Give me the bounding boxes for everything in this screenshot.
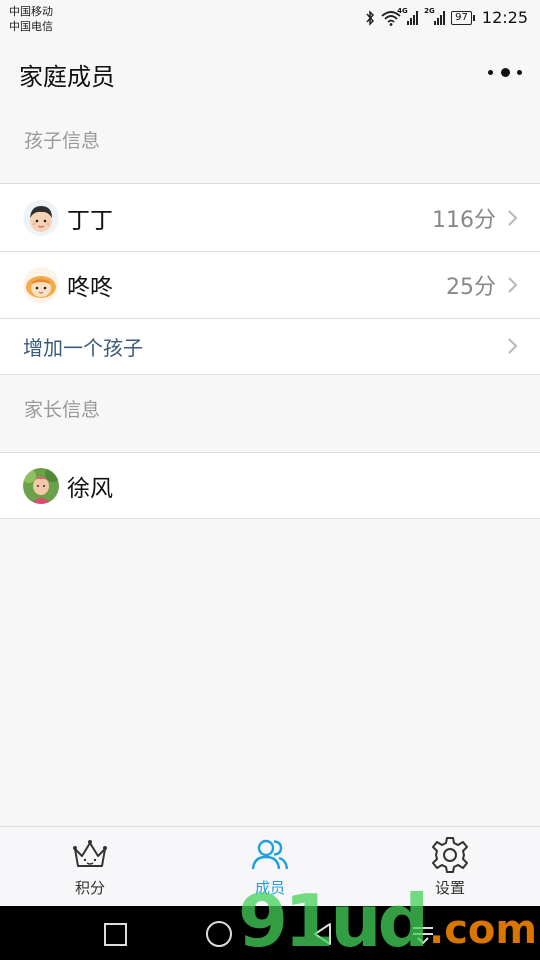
recent-apps-button[interactable] — [104, 923, 127, 946]
tab-label: 设置 — [434, 879, 465, 897]
photo-avatar-icon — [23, 467, 59, 504]
add-child-row[interactable]: 增加一个孩子 — [0, 318, 540, 374]
signal-icon-2: 2G — [424, 7, 446, 25]
child-name: 咚咚 — [67, 274, 113, 301]
back-button[interactable] — [310, 921, 336, 947]
dot-icon — [500, 67, 510, 77]
boy-avatar-icon — [23, 199, 59, 236]
tab-settings[interactable]: 设置 — [360, 827, 540, 906]
bluetooth-icon — [366, 9, 375, 26]
dot-icon — [488, 69, 493, 75]
child-score: 116分 — [432, 207, 496, 233]
child-row-dingding[interactable]: 丁丁 116分 — [0, 184, 540, 251]
parents-section-label: 家长信息 — [24, 399, 101, 421]
tab-members[interactable]: 成员 — [180, 827, 360, 906]
chevron-right-icon — [508, 338, 518, 354]
gear-icon — [432, 837, 468, 873]
tab-bar: 积分 成员 设置 — [0, 826, 540, 906]
child-row-dongdong[interactable]: 咚咚 25分 — [0, 251, 540, 318]
child-name: 丁丁 — [67, 207, 113, 234]
system-nav-bar — [0, 906, 540, 960]
parent-name: 徐风 — [67, 475, 113, 502]
chevron-right-icon — [508, 209, 518, 226]
carrier-1: 中国移动 — [9, 5, 53, 18]
battery-indicator: 97 — [451, 10, 475, 25]
girl-avatar-icon — [23, 266, 59, 303]
parents-list: 徐风 — [0, 452, 540, 519]
status-bar: 中国移动 中国电信 4G 2G 97 12:25 — [0, 0, 540, 38]
header: 家庭成员 — [0, 38, 540, 108]
children-section-label: 孩子信息 — [24, 130, 101, 152]
carrier-2: 中国电信 — [9, 20, 53, 33]
more-options-button[interactable] — [488, 62, 522, 82]
dot-icon — [517, 69, 522, 75]
members-icon — [251, 839, 289, 870]
carrier-info: 中国移动 中国电信 — [9, 4, 53, 34]
tab-label: 积分 — [74, 879, 105, 897]
tab-label: 成员 — [254, 879, 285, 897]
status-icons: 4G 2G 97 12:25 — [365, 7, 528, 27]
chevron-right-icon — [508, 276, 518, 293]
crown-icon — [73, 840, 107, 867]
children-list: 丁丁 116分 咚咚 25分 增加一个孩子 — [0, 183, 540, 375]
page-title: 家庭成员 — [19, 63, 115, 91]
tab-points[interactable]: 积分 — [0, 827, 180, 906]
home-button[interactable] — [206, 921, 232, 947]
signal-icon-1: 4G — [397, 7, 419, 25]
parent-row-xufeng[interactable]: 徐风 — [0, 453, 540, 518]
child-score: 25分 — [446, 274, 496, 300]
menu-button[interactable] — [410, 921, 436, 947]
clock: 12:25 — [481, 8, 528, 27]
add-child-label: 增加一个孩子 — [23, 335, 143, 360]
